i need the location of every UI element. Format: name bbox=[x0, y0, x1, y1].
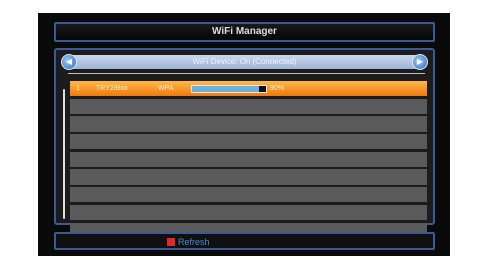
empty-row[interactable] bbox=[70, 151, 427, 167]
signal-strength-fill bbox=[192, 86, 259, 92]
empty-row[interactable] bbox=[70, 169, 427, 185]
network-index: 1 bbox=[76, 85, 80, 92]
scrollbar[interactable] bbox=[63, 89, 65, 219]
network-list: 1 TRY2/Box WPA 90% bbox=[70, 81, 427, 240]
window-title: WiFi Manager bbox=[54, 22, 435, 42]
refresh-label: Refresh bbox=[178, 237, 210, 247]
tv-screen: WiFi Manager ◀ WiFi Device: On (Connecte… bbox=[38, 13, 450, 256]
device-status-bar[interactable]: ◀ WiFi Device: On (Connected) ▶ bbox=[61, 54, 428, 70]
main-panel: ◀ WiFi Device: On (Connected) ▶ 1 TRY2/B… bbox=[54, 48, 435, 238]
signal-percent: 90% bbox=[270, 85, 285, 92]
network-ssid: TRY2/Box bbox=[96, 85, 128, 92]
footer-bar: Refresh bbox=[54, 232, 435, 250]
device-status-label: WiFi Device: On (Connected) bbox=[192, 57, 297, 66]
network-security: WPA bbox=[158, 85, 174, 92]
empty-row[interactable] bbox=[70, 98, 427, 114]
right-arrow-icon[interactable]: ▶ bbox=[412, 54, 428, 70]
empty-row[interactable] bbox=[70, 187, 427, 203]
network-row[interactable]: 1 TRY2/Box WPA 90% bbox=[70, 81, 427, 97]
empty-row[interactable] bbox=[70, 116, 427, 132]
divider bbox=[68, 73, 425, 74]
red-key-icon bbox=[167, 238, 175, 246]
refresh-button[interactable]: Refresh bbox=[167, 235, 210, 249]
signal-strength-bar bbox=[191, 85, 267, 93]
empty-row[interactable] bbox=[70, 134, 427, 150]
empty-row[interactable] bbox=[70, 204, 427, 220]
